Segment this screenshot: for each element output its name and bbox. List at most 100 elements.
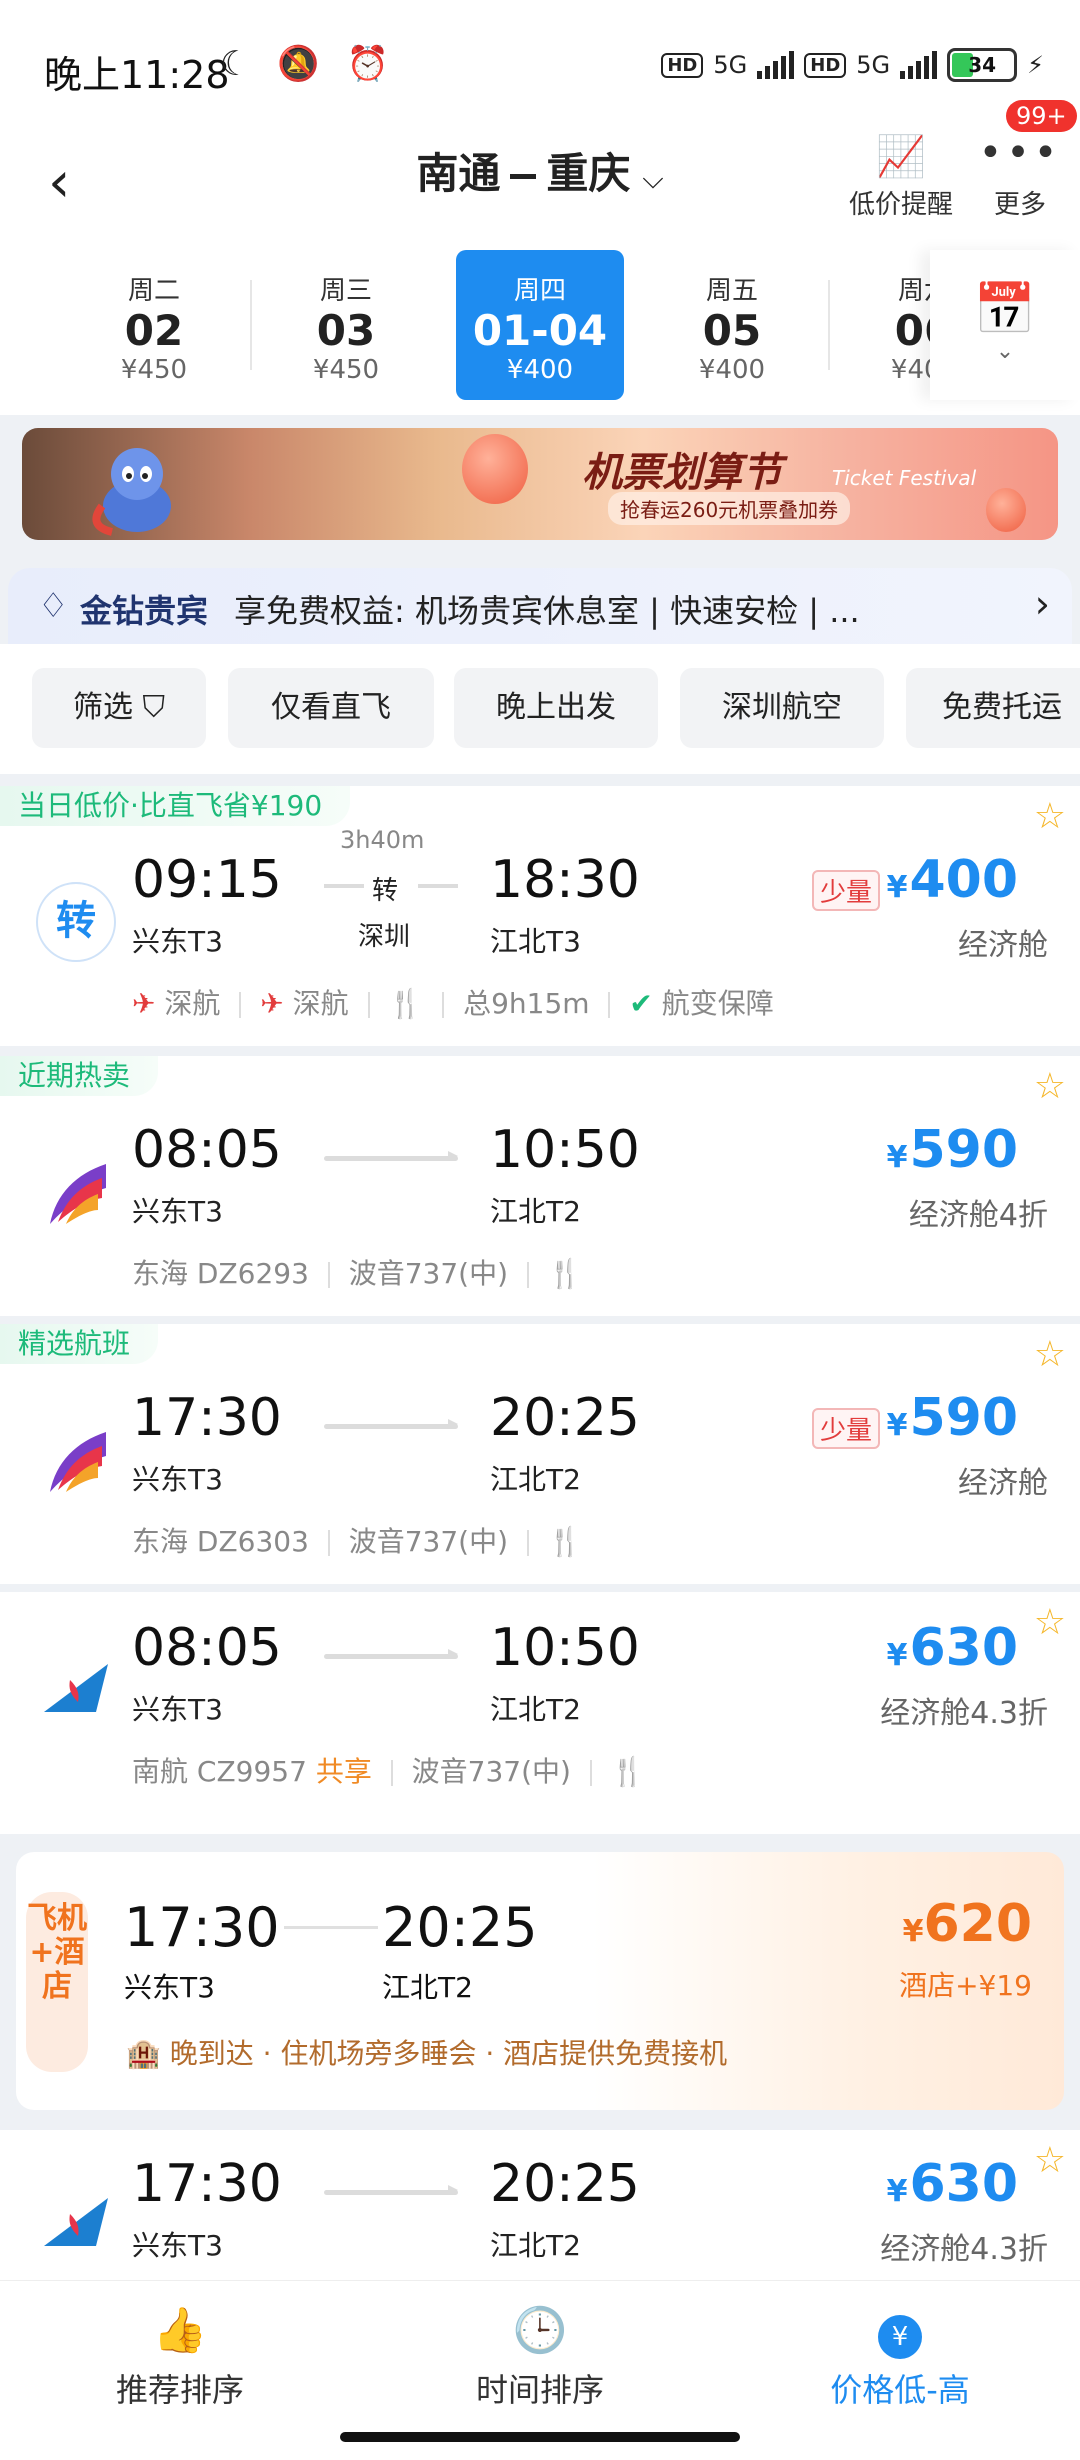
moon-icon: ☾ (220, 44, 259, 84)
price-value: 630 (909, 2154, 1018, 2214)
meal-icon: 🍴 (547, 1525, 583, 1558)
flight-card[interactable]: 精选航班 ☆ 17:30 兴东T3 20:25 江北T2 少量 ¥590 经济舱… (0, 1324, 1080, 1584)
date-divider (828, 280, 830, 370)
hotel-note-text: 晚到达 · 住机场旁多睡会 · 酒店提供免费接机 (169, 2037, 728, 2070)
price: ¥590 (887, 1120, 1018, 1180)
donghai-airlines-logo (36, 1154, 116, 1234)
few-seats-badge: 少量 (812, 870, 881, 911)
star-icon[interactable]: ☆ (1034, 1066, 1066, 1107)
star-icon[interactable]: ☆ (1034, 796, 1066, 837)
date-price: ¥400 (506, 355, 574, 385)
sort-recommend-button[interactable]: 👍 推荐排序 (30, 2301, 330, 2411)
date-item-selected[interactable]: 周四 01-04 ¥400 (456, 250, 624, 400)
flight-hotel-tag: 飞机+酒店 (26, 1892, 88, 2072)
flight-tag: 近期热卖 (0, 1056, 159, 1096)
calendar-button[interactable]: 📅 ⌄ (930, 250, 1080, 400)
star-icon[interactable]: ☆ (1034, 1602, 1066, 1643)
vip-bar[interactable]: ♢ 金钻贵宾 享免费权益: 机场贵宾休息室 | 快速安检 | ... › (8, 568, 1072, 644)
flight-tag: 当日低价·比直飞省¥190 (0, 786, 351, 826)
separator (526, 1530, 529, 1556)
network-label: 5G (713, 51, 748, 79)
departure-time: 09:15 (132, 850, 282, 910)
flight-hotel-card[interactable]: 飞机+酒店 17:30 20:25 兴东T3 江北T2 🏨 晚到达 · 住机场旁… (16, 1852, 1064, 2110)
hotel-surcharge: 酒店+¥19 (899, 1969, 1032, 2002)
arrival-time: 18:30 (490, 850, 640, 910)
china-southern-logo (36, 2186, 116, 2266)
sort-time-label: 时间排序 (475, 2371, 604, 2409)
check-icon: ✔ (629, 987, 653, 1020)
departure-time: 17:30 (132, 2154, 282, 2214)
few-seats-badge: 少量 (812, 1408, 881, 1449)
departure-time: 08:05 (132, 1120, 282, 1180)
donghai-airlines-logo (36, 1422, 116, 1502)
star-icon[interactable]: ☆ (1034, 2140, 1066, 2181)
price: ¥400 (887, 850, 1018, 910)
hotel-icon: 🏨 (126, 2037, 161, 2070)
promo-banner[interactable]: 机票划算节 Ticket Festival 抢春运260元机票叠加券 (22, 428, 1058, 540)
battery-icon: 34 (947, 48, 1018, 82)
currency-symbol: ¥ (886, 870, 908, 905)
price-alert-button[interactable]: 📈 低价提醒 (836, 130, 966, 221)
signal-icon (757, 51, 795, 79)
departure-airport: 兴东T3 (124, 1971, 215, 2004)
arrival-time: 10:50 (490, 1120, 640, 1180)
transfer-icon: 转 (36, 882, 116, 962)
separator (390, 1760, 393, 1786)
filter-chip-baggage[interactable]: 免费托运 (906, 668, 1080, 748)
separator (327, 1262, 330, 1288)
hotel-note: 🏨 晚到达 · 住机场旁多睡会 · 酒店提供免费接机 (126, 2032, 727, 2072)
separator (442, 992, 445, 1018)
sort-price-button[interactable]: ¥ 价格低-高 (750, 2301, 1050, 2411)
lantern-graphic (462, 434, 528, 504)
arrival-time: 20:25 (490, 2154, 640, 2214)
home-indicator[interactable] (340, 2432, 740, 2442)
hd-badge: HD (804, 52, 847, 78)
filter-bar: 筛选 ⛉ 仅看直飞 晚上出发 深圳航空 免费托运 (0, 644, 1080, 774)
date-item[interactable]: 周五 05 ¥400 (652, 250, 812, 400)
date-item[interactable]: 周二 02 ¥450 (74, 250, 234, 400)
chevron-down-icon: ⌄ (995, 339, 1015, 364)
banner-promo: 抢春运260元机票叠加券 (608, 492, 851, 525)
flight-meta: ✈ 深航 ✈ 深航 🍴 总9h15m ✔ 航变保障 (132, 982, 774, 1022)
chevron-right-icon: › (1034, 582, 1050, 626)
departure-airport: 兴东T3 (132, 925, 223, 958)
date-weekday: 周三 (319, 276, 372, 306)
route-line (324, 1151, 458, 1161)
china-southern-logo (36, 1652, 116, 1732)
filter-chip-airline[interactable]: 深圳航空 (680, 668, 884, 748)
lantern-graphic (986, 488, 1026, 532)
flight-card[interactable]: 近期热卖 ☆ 08:05 兴东T3 10:50 江北T2 ¥590 经济舱4折 … (0, 1056, 1080, 1316)
filter-chip-evening[interactable]: 晚上出发 (454, 668, 658, 748)
date-item[interactable]: 周三 03 ¥450 (266, 250, 426, 400)
codeshare-label: 共享 (315, 1755, 372, 1788)
arrival-airport: 江北T2 (490, 1195, 581, 1228)
cabin-class: 经济舱4.3折 (880, 2232, 1048, 2267)
more-button[interactable]: ••• 更多 (970, 130, 1070, 221)
signal-icon (900, 51, 938, 79)
flight-card[interactable]: 当日低价·比直飞省¥190 ☆ 转 09:15 兴东T3 3h40m 转 深圳 … (0, 786, 1080, 1046)
arrival-time: 20:25 (382, 1896, 538, 1959)
filter-button[interactable]: 筛选 ⛉ (32, 668, 206, 748)
diamond-icon: ♢ (38, 586, 69, 626)
arrival-airport: 江北T2 (490, 1463, 581, 1496)
star-icon[interactable]: ☆ (1034, 1334, 1066, 1375)
separator (589, 1760, 592, 1786)
arrival-airport: 江北T2 (490, 2229, 581, 2262)
flight-card[interactable]: ☆ 17:30 兴东T3 20:25 江北T2 ¥630 经济舱4.3折 (0, 2130, 1080, 2280)
flight-card[interactable]: ☆ 08:05 兴东T3 10:50 江北T2 ¥630 经济舱4.3折 南航 … (0, 1592, 1080, 1834)
route-line (324, 884, 364, 888)
mascot-image (82, 436, 192, 536)
arrival-time: 20:25 (490, 1388, 640, 1448)
arrival-airport: 江北T3 (490, 925, 581, 958)
filter-chip-direct[interactable]: 仅看直飞 (228, 668, 434, 748)
thumbs-up-icon: 👍 (152, 2305, 208, 2356)
vip-brand: 金钻贵宾 (80, 592, 209, 630)
separator (327, 1530, 330, 1556)
currency-symbol: ¥ (886, 2174, 908, 2209)
aircraft-type: 波音737(中) (348, 1257, 509, 1290)
status-time: 晚上11:28 (44, 53, 230, 97)
departure-time: 17:30 (124, 1896, 280, 1959)
cabin-class: 经济舱4折 (908, 1198, 1048, 1233)
yen-icon: ¥ (750, 2301, 1050, 2361)
sort-time-button[interactable]: 🕒 时间排序 (390, 2301, 690, 2411)
